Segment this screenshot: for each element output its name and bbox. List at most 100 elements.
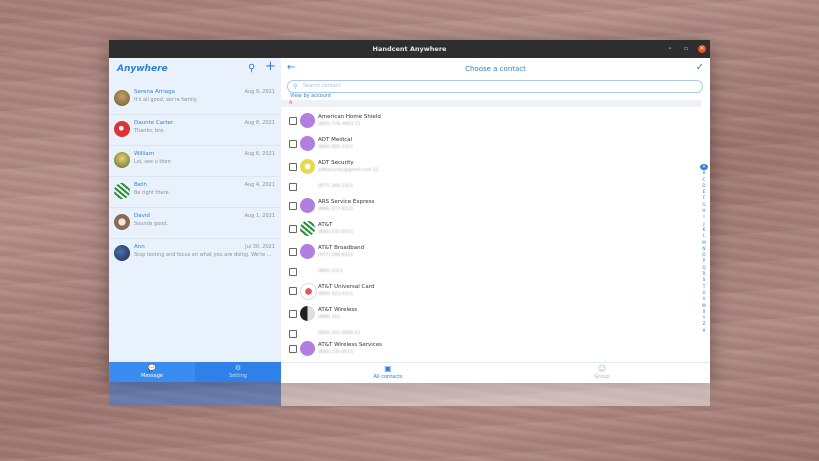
message-preview: Stop testing and focus on what you are d… <box>134 252 272 258</box>
avatar <box>114 245 130 261</box>
contact-row[interactable]: ADT Medical (800) 800-2311 <box>281 133 701 155</box>
maximize-icon[interactable]: ▫ <box>682 45 690 53</box>
conversation-item[interactable]: William Lol, see u then Aug 6, 2021 <box>109 146 281 177</box>
contact-name: AT&T Wireless <box>318 307 358 313</box>
message-date: Aug 9, 2021 <box>244 89 275 95</box>
avatar <box>114 90 130 106</box>
contact-name: Beth <box>134 182 147 188</box>
select-checkbox[interactable] <box>289 268 297 276</box>
avatar <box>300 159 315 174</box>
message-preview: It's all good, we're family. <box>134 97 198 103</box>
contact-row[interactable]: AT&T (800) 331-0511 <box>281 218 701 240</box>
section-letter: A <box>289 100 293 106</box>
contact-row[interactable]: AT&T Wireless (888) 311 <box>281 303 701 325</box>
contact-row[interactable]: (800) 2311 <box>281 264 701 279</box>
contact-row[interactable]: AT&T Broadband (877) 288-8311 <box>281 241 701 263</box>
message-date: Aug 1, 2021 <box>244 213 275 219</box>
message-preview: Sounds good. <box>134 221 168 227</box>
select-checkbox[interactable] <box>289 310 297 318</box>
contact-phone: (877) 345-2311 <box>318 184 354 189</box>
conversation-item[interactable]: David Sounds good. Aug 1, 2021 <box>109 208 281 239</box>
contact-row[interactable]: ARS Service Express (866) 277-8311 <box>281 195 701 217</box>
contact-name: Serena Arriaga <box>134 89 175 95</box>
tab-setting-label: Setting <box>229 373 247 379</box>
avatar <box>114 121 130 137</box>
page-title: Choose a contact <box>465 65 526 73</box>
minimize-icon[interactable]: – <box>666 45 674 53</box>
contact-row[interactable]: American Home Shield (800) 776-4663 11 <box>281 110 701 132</box>
tab-group-label: Group <box>594 374 610 380</box>
search-contact-input[interactable]: ⚲ Search contact <box>287 80 703 93</box>
contact-name: AT&T Wireless Services <box>318 342 383 348</box>
brand-logo: Anywhere <box>117 64 168 74</box>
conversation-item[interactable]: Beth Be right there. Aug 4, 2021 <box>109 177 281 208</box>
select-checkbox[interactable] <box>289 225 297 233</box>
select-checkbox[interactable] <box>289 163 297 171</box>
message-preview: Be right there. <box>134 190 171 196</box>
contact-picker: ← Choose a contact ✓ ⚲ Search contact Vi… <box>281 58 710 383</box>
group-icon: ☺ <box>597 364 607 373</box>
avatar <box>300 113 315 128</box>
close-icon[interactable]: ✕ <box>698 45 706 53</box>
contact-phone: (800) 331-0511 <box>318 230 354 235</box>
conversation-item[interactable]: Serena Arriaga It's all good, we're fami… <box>109 84 281 115</box>
message-preview: Thanks, bro. <box>134 128 165 134</box>
conversation-item[interactable]: Daunte Carter Thanks, bro. Aug 8, 2021 <box>109 115 281 146</box>
select-checkbox[interactable] <box>289 330 297 338</box>
reflection-left <box>109 382 281 406</box>
alphabet-letter[interactable]: # <box>700 328 708 334</box>
gear-icon: ⚙ <box>234 364 242 372</box>
contact-row[interactable]: AT&T Wireless Services (800) 331-0511 <box>281 338 701 360</box>
message-date: Aug 4, 2021 <box>244 182 275 188</box>
select-checkbox[interactable] <box>289 202 297 210</box>
contact-name: David <box>134 213 150 219</box>
contact-phone: (888) 311 <box>318 315 341 320</box>
select-checkbox[interactable] <box>289 117 297 125</box>
tab-group[interactable]: ☺ Group <box>495 363 709 383</box>
contact-row[interactable]: (877) 345-2311 <box>281 179 701 194</box>
message-date: Aug 6, 2021 <box>244 151 275 157</box>
avatar <box>300 244 315 259</box>
select-checkbox[interactable] <box>289 183 297 191</box>
select-checkbox[interactable] <box>289 345 297 353</box>
avatar <box>300 306 315 321</box>
select-checkbox[interactable] <box>289 287 297 295</box>
avatar <box>114 214 130 230</box>
contacts-book-icon: ▣ <box>384 364 392 373</box>
contact-phone: (800) 331-0500 11 <box>318 331 361 336</box>
message-date: Aug 8, 2021 <box>244 120 275 126</box>
contact-phone: (800) 800-2311 <box>318 145 354 150</box>
contact-name: ADT Security <box>318 160 354 166</box>
contact-name: American Home Shield <box>318 114 381 120</box>
contact-name: AT&T Universal Card <box>318 284 375 290</box>
view-by-account-link[interactable]: View by account <box>290 93 331 99</box>
confirm-check-icon[interactable]: ✓ <box>696 62 704 73</box>
tab-all-contacts[interactable]: ▣ All contacts <box>281 363 495 383</box>
select-checkbox[interactable] <box>289 140 297 148</box>
conversation-sidebar: Anywhere ⚲ + Serena Arriaga It's all goo… <box>109 58 281 382</box>
new-message-icon[interactable]: + <box>265 59 276 74</box>
select-checkbox[interactable] <box>289 248 297 256</box>
contact-name: Daunte Carter <box>134 120 174 126</box>
conversation-item[interactable]: Ann Stop testing and focus on what you a… <box>109 239 281 269</box>
contact-phone: (877) 288-8311 <box>318 253 354 258</box>
message-preview: Lol, see u then <box>134 159 171 165</box>
sidebar-tab-bar: 💬 Message ⚙ Setting <box>109 362 281 382</box>
avatar <box>300 283 317 300</box>
contact-phone: adtsecurity@gmail.com 11 <box>318 168 379 173</box>
contact-name: ADT Medical <box>318 137 353 143</box>
contact-row[interactable]: AT&T Universal Card (800) 423-4311 <box>281 280 701 302</box>
tab-message[interactable]: 💬 Message <box>109 362 195 382</box>
tab-setting[interactable]: ⚙ Setting <box>195 362 281 382</box>
search-icon[interactable]: ⚲ <box>248 63 255 74</box>
contact-phone: (800) 2311 <box>318 269 343 274</box>
chat-bubble-icon: 💬 <box>147 364 157 372</box>
alphabet-index[interactable]: A B C D E F G H I J K L M N O P Q R S T U V W X Y Z # <box>700 164 708 334</box>
contact-phone: (800) 331-0511 <box>318 350 354 355</box>
section-header: A <box>281 100 701 107</box>
contact-phone: (800) 776-4663 11 <box>318 122 361 127</box>
contact-phone: (866) 277-8311 <box>318 207 354 212</box>
avatar <box>114 183 130 199</box>
avatar <box>300 221 315 236</box>
contact-row[interactable]: ADT Security adtsecurity@gmail.com 11 <box>281 156 701 178</box>
